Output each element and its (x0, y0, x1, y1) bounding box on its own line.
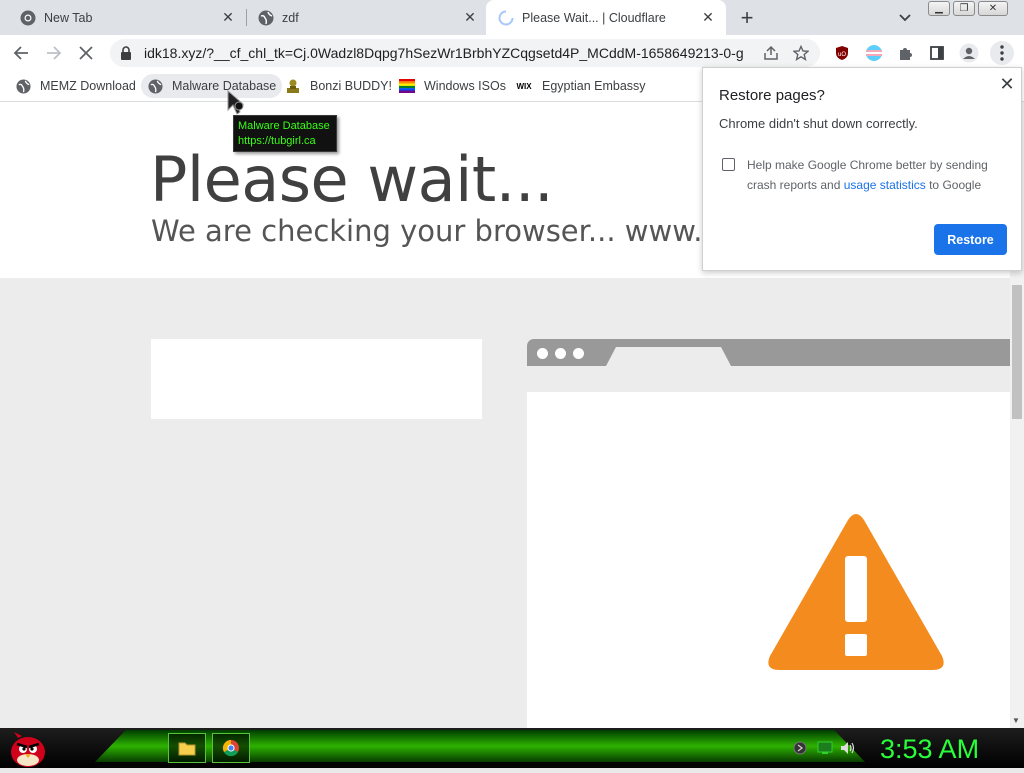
tab-zdf[interactable]: zdf ✕ (238, 0, 488, 35)
tray-volume-icon[interactable] (840, 740, 856, 756)
tooltip-title: Malware Database (238, 120, 330, 132)
wix-icon: WIX (516, 81, 532, 91)
tray-network-icon[interactable] (817, 740, 833, 756)
lock-icon (120, 46, 134, 60)
tab-title: New Tab (44, 10, 93, 25)
share-icon[interactable] (760, 42, 782, 64)
bookmark-label: Egyptian Embassy (542, 79, 646, 93)
page-title: Please wait... (150, 143, 554, 216)
globe-icon (258, 10, 274, 26)
globe-icon (147, 78, 163, 94)
kebab-menu-icon[interactable] (990, 41, 1014, 65)
restore-pages-dialog: Restore pages? ✕ Chrome didn't shut down… (702, 67, 1022, 271)
maximize-button[interactable]: ❐ (953, 1, 975, 16)
dialog-title: Restore pages? (719, 87, 825, 104)
tab-title: Please Wait... | Cloudflare (522, 10, 666, 25)
tab-cloudflare[interactable]: Please Wait... | Cloudflare ✕ (486, 0, 726, 35)
dialog-message: Chrome didn't shut down correctly. (719, 116, 918, 131)
back-button[interactable] (9, 41, 33, 65)
scroll-down-arrow-icon[interactable]: ▼ (1012, 716, 1020, 725)
restore-button[interactable]: Restore (934, 224, 1007, 255)
bookmark-label: Windows ISOs (424, 79, 506, 93)
tab-search-chevron-icon[interactable] (895, 8, 915, 28)
loading-spinner-icon (498, 10, 514, 26)
chrome-icon (222, 739, 239, 757)
close-dialog-icon[interactable]: ✕ (997, 74, 1017, 94)
close-tab-icon[interactable]: ✕ (700, 9, 716, 26)
placeholder-box (151, 339, 482, 419)
bookmark-tooltip: Malware Database https://tubgirl.ca (233, 115, 337, 152)
address-bar[interactable]: idk18.xyz/?__cf_chl_tk=Cj.0Wadzl8Dqpg7hS… (110, 39, 820, 67)
taskbar-chrome-button[interactable] (212, 733, 250, 763)
tray-action-center-icon[interactable] (792, 740, 808, 756)
bookmark-label: Malware Database (172, 79, 277, 93)
crash-report-label: Help make Google Chrome better by sendin… (747, 155, 1009, 195)
profile-avatar-icon[interactable] (958, 42, 980, 64)
taskbar-clock[interactable]: 3:53 AM (880, 734, 979, 765)
taskbar-glow (95, 730, 865, 762)
new-tab-button[interactable]: + (735, 5, 759, 30)
stop-button[interactable] (74, 41, 98, 65)
bookmark-label: MEMZ Download (40, 79, 136, 93)
bookmark-egyptian-embassy[interactable]: WIX Egyptian Embassy (509, 74, 652, 98)
bookmark-label: Bonzi BUDDY! (310, 79, 392, 93)
chrome-icon (20, 10, 36, 26)
ublock-origin-icon[interactable]: uO (831, 42, 853, 64)
tab-new-tab[interactable]: New Tab ✕ (0, 0, 246, 35)
tab-title: zdf (282, 10, 299, 25)
browser-illustration-tab (606, 347, 731, 366)
forward-button[interactable] (42, 41, 66, 65)
trans-flag-extension-icon[interactable] (863, 42, 885, 64)
close-window-button[interactable]: ✕ (978, 1, 1008, 16)
browser-illustration-dot (555, 348, 566, 359)
close-tab-icon[interactable]: ✕ (462, 9, 478, 26)
extensions-puzzle-icon[interactable] (895, 42, 917, 64)
bookmark-star-icon[interactable] (790, 42, 812, 64)
browser-illustration-dot (573, 348, 584, 359)
folder-icon (178, 742, 196, 756)
close-tab-icon[interactable]: ✕ (220, 9, 236, 26)
browser-illustration-bar (527, 339, 1010, 366)
url-text: idk18.xyz/?__cf_chl_tk=Cj.0Wadzl8Dqpg7hS… (144, 45, 744, 61)
globe-icon (15, 78, 31, 94)
rainbow-flag-icon (399, 78, 415, 94)
bookmark-malware-database[interactable]: Malware Database (141, 74, 283, 98)
checkbox-text-end: to Google (925, 178, 982, 192)
bonzi-icon (285, 78, 301, 94)
taskbar-explorer-button[interactable] (168, 733, 206, 763)
start-button-angry-bird-icon[interactable] (6, 730, 48, 768)
toolbar: idk18.xyz/?__cf_chl_tk=Cj.0Wadzl8Dqpg7hS… (0, 35, 1024, 70)
tooltip-url: https://tubgirl.ca (238, 135, 316, 147)
usage-statistics-link[interactable]: usage statistics (844, 178, 926, 192)
crash-report-checkbox[interactable] (722, 158, 735, 171)
bookmark-windows-isos[interactable]: Windows ISOs (393, 74, 512, 98)
warning-triangle-icon (766, 512, 946, 672)
minimize-button[interactable]: ▁ (928, 1, 950, 16)
bookmark-memz-download[interactable]: MEMZ Download (9, 74, 142, 98)
side-panel-icon[interactable] (926, 42, 948, 64)
svg-text:uO: uO (838, 52, 846, 58)
browser-illustration-dot (537, 348, 548, 359)
scrollbar-thumb[interactable] (1012, 285, 1022, 419)
bookmark-bonzi-buddy[interactable]: Bonzi BUDDY! (279, 74, 398, 98)
